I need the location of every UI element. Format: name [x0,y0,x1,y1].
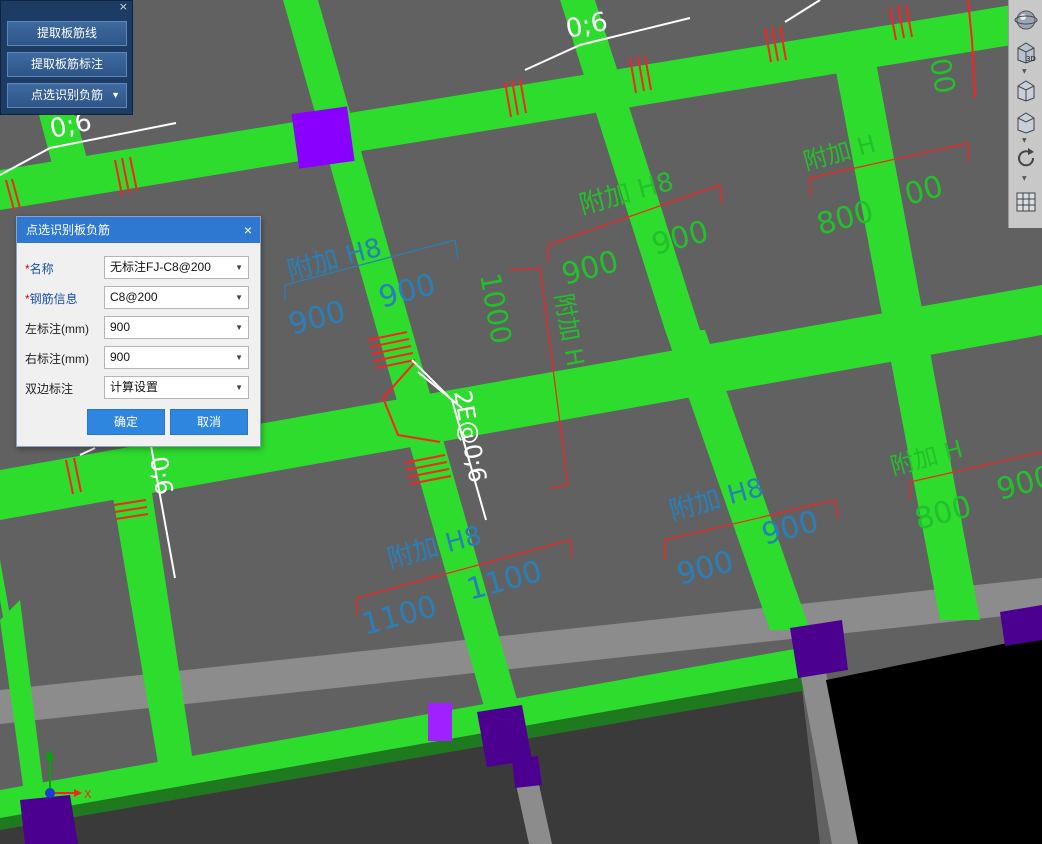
view-3d-label: 3D [1026,55,1036,63]
field-label: 左标注(mm) [25,322,89,336]
rotate-icon[interactable] [1014,146,1038,170]
orbit-icon[interactable] [1014,8,1038,32]
chevron-down-icon[interactable]: ▼ [1022,68,1027,75]
right-dimension-select[interactable]: 900 ▼ [104,346,249,369]
panel-close-button[interactable]: × [119,1,128,13]
column [428,703,452,741]
chevron-down-icon[interactable]: ▼ [1022,175,1027,182]
field-row-name: *名称 无标注FJ-C8@200 ▼ [17,256,260,280]
chevron-down-icon: ▼ [235,383,243,392]
dimension-label: 900 [673,544,737,593]
field-row-rebar-info: *钢筋信息 C8@200 ▼ [17,286,260,310]
view-box-icon[interactable] [1014,110,1038,134]
button-label: 点选识别负筋 [30,88,103,102]
chevron-down-icon: ▼ [235,323,243,332]
dimension-label: 900 [285,294,349,343]
cancel-button[interactable]: 取消 [170,409,248,435]
dimension-label: 900 [558,244,622,293]
dimension-label: 00 [901,169,947,213]
axis-y-label: Y [43,750,51,763]
dimension-label: 900 [993,459,1042,508]
chevron-down-icon: ▼ [235,353,243,362]
column [512,756,542,788]
field-row-right-dim: 右标注(mm) 900 ▼ [17,346,260,370]
layer-grid-icon[interactable] [1014,190,1038,214]
name-select[interactable]: 无标注FJ-C8@200 ▼ [104,256,249,279]
view-box-icon[interactable] [1014,78,1038,102]
double-side-select[interactable]: 计算设置 ▼ [104,376,249,399]
opening-black [826,636,1042,844]
extract-rebar-line-button[interactable]: 提取板筋线 [7,21,127,46]
view-3d-icon[interactable]: 3D [1014,40,1038,64]
axis-x-label: X [84,788,92,801]
dialog-titlebar[interactable]: 点选识别板负筋 × [17,217,260,243]
dimension-label: 1100 [358,589,441,643]
column [20,795,78,844]
tool-panel: × 提取板筋线 提取板筋标注 点选识别负筋 ▼ [0,0,133,115]
chevron-down-icon[interactable]: ▼ [111,84,120,107]
column [790,620,848,678]
view-toolbar: 3D ▼ ▼ ▼ [1008,0,1042,228]
field-label: 双边标注 [25,382,74,396]
extract-rebar-annotation-button[interactable]: 提取板筋标注 [7,52,127,77]
identify-slab-negative-rebar-dialog: 点选识别板负筋 × *名称 无标注FJ-C8@200 ▼ *钢筋信息 C8@200… [16,216,261,447]
chevron-down-icon: ▼ [235,263,243,272]
chevron-down-icon: ▼ [235,293,243,302]
pick-identify-negative-rebar-button[interactable]: 点选识别负筋 ▼ [7,83,127,108]
field-row-left-dim: 左标注(mm) 900 ▼ [17,316,260,340]
button-label: 提取板筋标注 [30,57,103,71]
dimension-label: 1000 [473,270,518,346]
left-dimension-select[interactable]: 900 ▼ [104,316,249,339]
dialog-close-button[interactable]: × [244,217,252,243]
dialog-title: 点选识别板负筋 [26,223,111,237]
button-label: 提取板筋线 [36,26,97,40]
column [291,106,355,169]
rebar-info-select[interactable]: C8@200 ▼ [104,286,249,309]
field-row-double-side: 双边标注 计算设置 ▼ [17,376,260,400]
column [1000,605,1042,646]
dimension-label: 00 [923,55,962,96]
field-label: *名称 [25,262,54,276]
field-label: 右标注(mm) [25,352,89,366]
rebar-label: 附加 H [549,291,589,368]
ok-button[interactable]: 确定 [87,409,165,435]
field-label: *钢筋信息 [25,292,78,306]
chevron-down-icon[interactable]: ▼ [1022,137,1027,144]
